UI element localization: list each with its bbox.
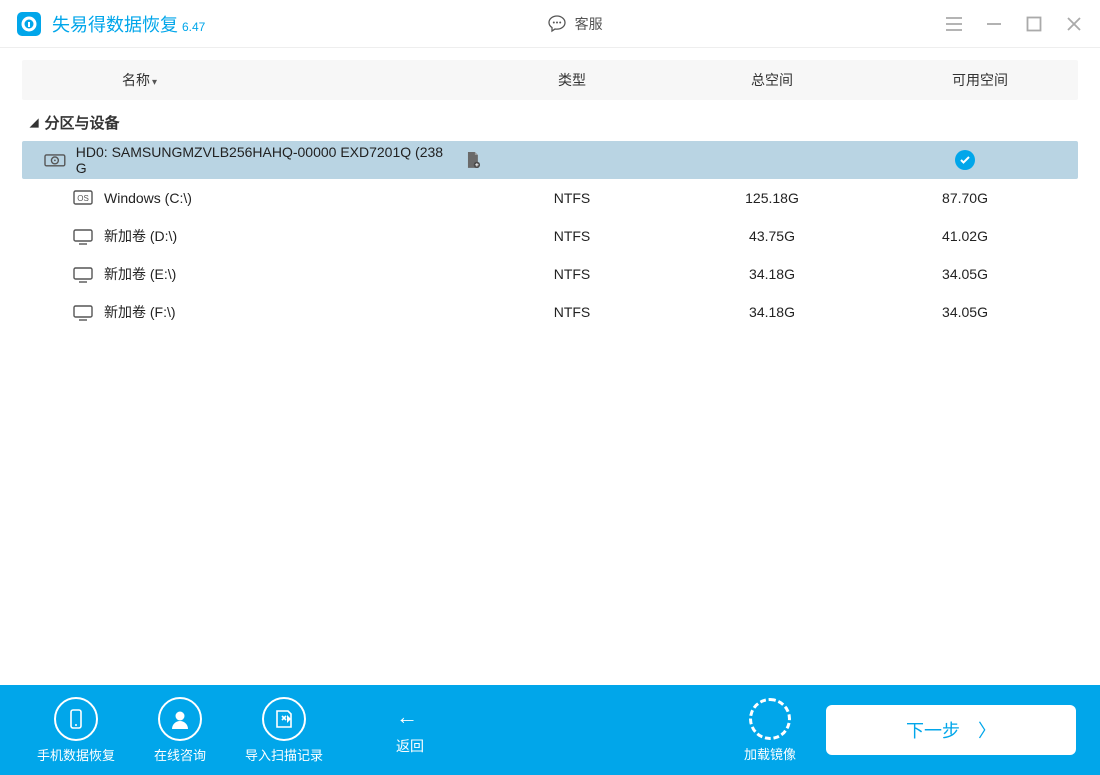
window-controls: [944, 14, 1084, 34]
selected-check-icon: [955, 150, 975, 170]
sort-arrow-icon: ▾: [152, 77, 157, 88]
speech-icon: [547, 14, 567, 34]
back-button[interactable]: ← 返回: [396, 704, 424, 756]
partition-name: 新加卷 (D:\): [104, 226, 177, 246]
menu-icon[interactable]: [944, 14, 964, 34]
disk-row[interactable]: HD0: SAMSUNGMZVLB256HAHQ-00000 EXD7201Q …: [22, 141, 1078, 179]
partition-name: 新加卷 (F:\): [104, 302, 176, 322]
minimize-button[interactable]: [984, 14, 1004, 34]
section-title: 分区与设备: [44, 112, 119, 133]
phone-recovery-button[interactable]: 手机数据恢复: [24, 697, 128, 764]
svg-text:OS: OS: [77, 194, 89, 203]
drive-icon: [72, 265, 94, 283]
partition-row[interactable]: 新加卷 (D:\) NTFS 43.75G 41.02G: [22, 217, 1078, 255]
partition-row[interactable]: OSWindows (C:\) NTFS 125.18G 87.70G: [22, 179, 1078, 217]
column-header: 名称▾ 类型 总空间 可用空间: [22, 60, 1078, 100]
col-total[interactable]: 总空间: [662, 70, 882, 90]
next-button[interactable]: 下一步 〉: [826, 705, 1076, 755]
col-name[interactable]: 名称▾: [22, 70, 482, 90]
rows-container: HD0: SAMSUNGMZVLB256HAHQ-00000 EXD7201Q …: [22, 141, 1078, 331]
app-logo-icon: [16, 11, 42, 37]
app-version: 6.47: [182, 20, 205, 34]
partition-row[interactable]: 新加卷 (E:\) NTFS 34.18G 34.05G: [22, 255, 1078, 293]
import-scan-button[interactable]: 导入扫描记录: [232, 697, 336, 764]
collapse-icon: ◢: [30, 116, 38, 129]
back-arrow-icon: ←: [396, 704, 418, 730]
close-button[interactable]: [1064, 14, 1084, 34]
col-type[interactable]: 类型: [482, 70, 662, 90]
consult-button[interactable]: 在线咨询: [128, 697, 232, 764]
disk-name: HD0: SAMSUNGMZVLB256HAHQ-00000 EXD7201Q …: [76, 144, 454, 176]
partition-name: 新加卷 (E:\): [104, 264, 176, 284]
partition-name: Windows (C:\): [104, 190, 192, 206]
support-link[interactable]: 客服: [205, 14, 944, 34]
bottombar: 手机数据恢复 在线咨询 导入扫描记录 ← 返回 加载镜像 下一步 〉: [0, 685, 1100, 775]
maximize-button[interactable]: [1024, 14, 1044, 34]
titlebar: 失易得数据恢复 6.47 客服: [0, 0, 1100, 48]
section-header[interactable]: ◢ 分区与设备: [0, 104, 1100, 141]
app-title: 失易得数据恢复: [52, 11, 178, 37]
chevron-right-icon: 〉: [978, 717, 996, 743]
col-free[interactable]: 可用空间: [882, 70, 1078, 90]
partition-row[interactable]: 新加卷 (F:\) NTFS 34.18G 34.05G: [22, 293, 1078, 331]
drive-icon: [72, 227, 94, 245]
drive-icon: [72, 303, 94, 321]
support-label: 客服: [575, 14, 603, 34]
hard-disk-icon: [44, 151, 66, 169]
os-drive-icon: OS: [72, 189, 94, 207]
dashed-circle-icon: [749, 698, 791, 740]
load-image-button[interactable]: 加载镜像: [744, 698, 796, 763]
document-icon: [464, 151, 482, 169]
